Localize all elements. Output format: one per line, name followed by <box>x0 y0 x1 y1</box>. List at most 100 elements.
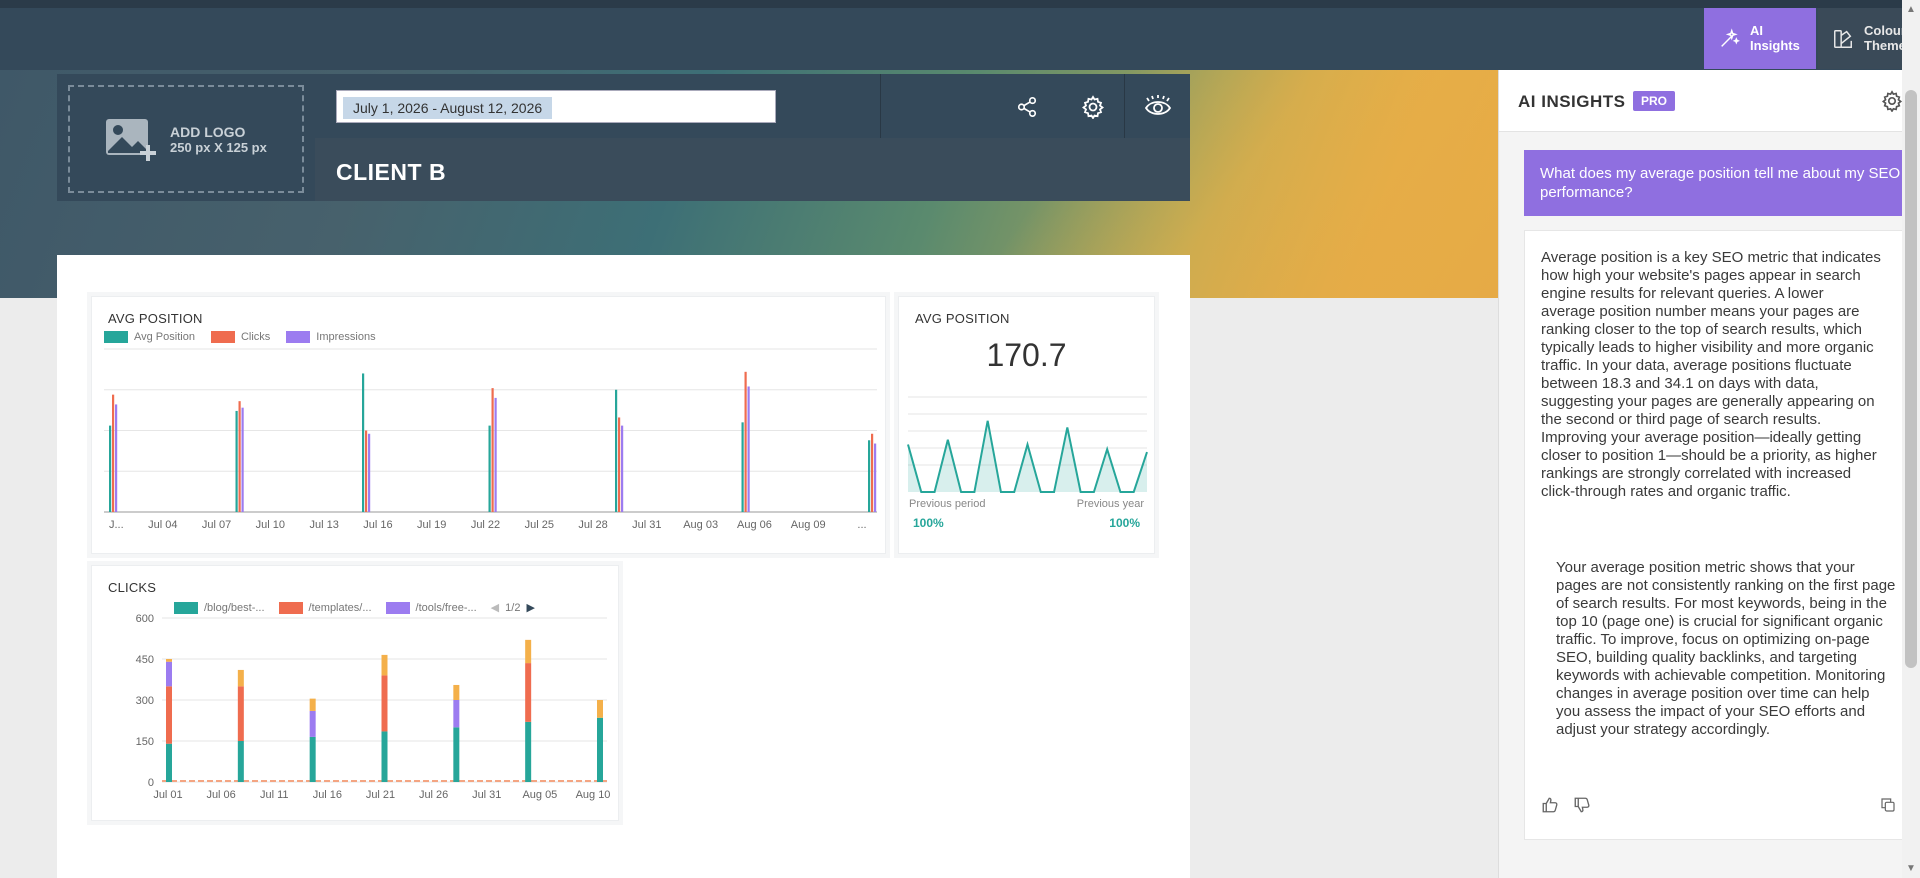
x-tick-label: Jul 13 <box>309 519 338 531</box>
page-scrollbar[interactable]: ▲ ▼ <box>1902 0 1920 878</box>
thumbs-up-icon[interactable] <box>1541 796 1559 814</box>
clicks-bar-segment <box>237 686 244 741</box>
avg-position-bar <box>109 425 112 512</box>
previous-year-pct: 100% <box>1109 516 1140 530</box>
x-tick-label: Aug 06 <box>737 519 772 531</box>
previous-period-pct: 100% <box>913 516 944 530</box>
add-image-icon <box>106 119 156 161</box>
y-tick-label: 600 <box>136 613 154 625</box>
y-tick-label: 300 <box>136 695 154 707</box>
report-header: July 1, 2026 - August 12, 2026 <box>315 74 1190 201</box>
avg-position-bar <box>488 425 491 512</box>
clicks-bar-segment <box>525 639 532 664</box>
add-logo-placeholder[interactable]: ADD LOGO 250 px X 125 px <box>68 85 304 193</box>
avg-position-bar <box>365 430 368 512</box>
x-tick-label: Jul 31 <box>632 519 661 531</box>
share-button[interactable] <box>1012 92 1042 122</box>
avg-position-bar <box>115 404 118 512</box>
x-tick-label: Jul 16 <box>363 519 392 531</box>
previous-year-label: Previous year <box>1076 498 1144 510</box>
x-tick-label: Jul 07 <box>202 519 231 531</box>
settings-gear-icon[interactable] <box>1881 90 1903 112</box>
avg-position-bar <box>871 433 874 512</box>
avg-position-bar <box>494 397 497 512</box>
clicks-bar-segment <box>453 700 460 728</box>
avg-position-chart-card[interactable]: AVG POSITION Avg Position Clicks Impress… <box>91 296 886 554</box>
x-tick-label: Aug 10 <box>576 789 611 801</box>
pro-badge: PRO <box>1633 91 1676 111</box>
ai-insights-button[interactable]: AI Insights <box>1704 8 1816 69</box>
top-strip <box>0 0 1920 8</box>
clicks-bar-segment <box>381 654 388 676</box>
clicks-bar-segment <box>166 743 172 782</box>
previous-period-label: Previous period <box>909 498 986 510</box>
x-tick-label: Aug 09 <box>791 519 826 531</box>
x-tick-label: Jul 28 <box>578 519 607 531</box>
x-tick-label: J... <box>109 519 124 531</box>
x-tick-label: Aug 05 <box>522 789 557 801</box>
clicks-bar-segment <box>453 727 460 782</box>
avg-position-bar <box>241 407 244 512</box>
clicks-bar-segment <box>525 721 532 782</box>
top-bar <box>0 0 1920 70</box>
x-tick-label: Jul 19 <box>417 519 446 531</box>
sparkle-icon <box>1721 27 1740 47</box>
x-tick-label: Jul 01 <box>153 789 182 801</box>
settings-button[interactable] <box>1078 92 1108 122</box>
answer-feedback <box>1541 796 1591 814</box>
x-tick-label: Jul 16 <box>313 789 342 801</box>
eye-icon <box>1144 95 1172 115</box>
preview-button[interactable] <box>1143 92 1173 122</box>
x-tick-label: Jul 04 <box>148 519 177 531</box>
avg-position-bar <box>615 389 618 512</box>
colour-theme-label: Colour Theme <box>1864 24 1906 53</box>
x-tick-label: Jul 25 <box>525 519 554 531</box>
avg-position-kpi-card[interactable]: AVG POSITION 170.7 Previous period Previ… <box>898 296 1155 554</box>
question-bubble: What does my average position tell me ab… <box>1524 150 1920 216</box>
date-range-input[interactable]: July 1, 2026 - August 12, 2026 <box>336 90 776 123</box>
ai-insights-sidebar: AI INSIGHTS PRO What does my average pos… <box>1498 70 1920 878</box>
question-text: What does my average position tell me ab… <box>1540 165 1901 201</box>
avg-position-bar <box>362 373 365 512</box>
clicks-bar-segment <box>166 661 172 687</box>
avg-position-bar <box>868 440 871 512</box>
clicks-bar-segment <box>237 669 244 687</box>
clicks-bar-segment <box>453 684 460 700</box>
logo-size-hint: 250 px X 125 px <box>170 139 267 155</box>
logo-area[interactable]: ADD LOGO 250 px X 125 px <box>57 74 315 201</box>
scrollbar-thumb[interactable] <box>1905 90 1917 668</box>
avg-position-bar <box>744 371 747 512</box>
avg-position-bar <box>618 417 621 512</box>
copy-icon[interactable] <box>1880 797 1896 813</box>
clicks-chart-card[interactable]: CLICKS /blog/best-... /templates/... /to… <box>91 565 619 821</box>
x-tick-label: Jul 10 <box>256 519 285 531</box>
date-range-value: July 1, 2026 - August 12, 2026 <box>343 97 553 119</box>
thumbs-down-icon[interactable] <box>1573 796 1591 814</box>
avg-position-bar <box>235 410 238 512</box>
scroll-up-icon[interactable]: ▲ <box>1906 4 1916 15</box>
add-logo-title: ADD LOGO <box>170 123 246 140</box>
avg-position-plot: J... Jul 04 Jul 07 Jul 10 Jul 13 Jul 16 Jul 19… <box>104 348 877 531</box>
ai-insights-label: AI Insights <box>1750 23 1800 53</box>
clicks-bar-segment <box>381 675 388 732</box>
avg-position-bar <box>621 425 624 512</box>
scroll-down-icon[interactable]: ▼ <box>1906 863 1916 874</box>
clicks-bar-segment <box>309 736 316 782</box>
clicks-bar-segment <box>381 731 388 782</box>
answer-paragraph-1: Average position is a key SEO metric tha… <box>1541 249 1881 500</box>
avg-position-bar <box>238 401 241 512</box>
answer-card: Average position is a key SEO metric tha… <box>1524 230 1920 840</box>
clicks-plot: 600 450 300 150 0Jul 01 Jul 06 Jul 11 Jul 16 Jul… <box>136 613 611 801</box>
clicks-bar-segment <box>309 710 316 737</box>
answer-paragraph-2: Your average position metric shows that … <box>1556 559 1896 738</box>
x-tick-label: Jul 21 <box>366 789 395 801</box>
clicks-bar-segment <box>237 741 244 782</box>
client-name: CLIENT B <box>336 159 447 185</box>
x-tick-label: Jul 11 <box>260 789 289 801</box>
x-tick-label: Jul 26 <box>419 789 448 801</box>
avg-position-bar <box>747 386 750 512</box>
x-tick-label: Jul 31 <box>472 789 501 801</box>
palette-icon <box>1834 29 1852 48</box>
x-tick-label: Jul 06 <box>206 789 235 801</box>
ai-insights-header: AI INSIGHTS PRO <box>1499 70 1920 132</box>
